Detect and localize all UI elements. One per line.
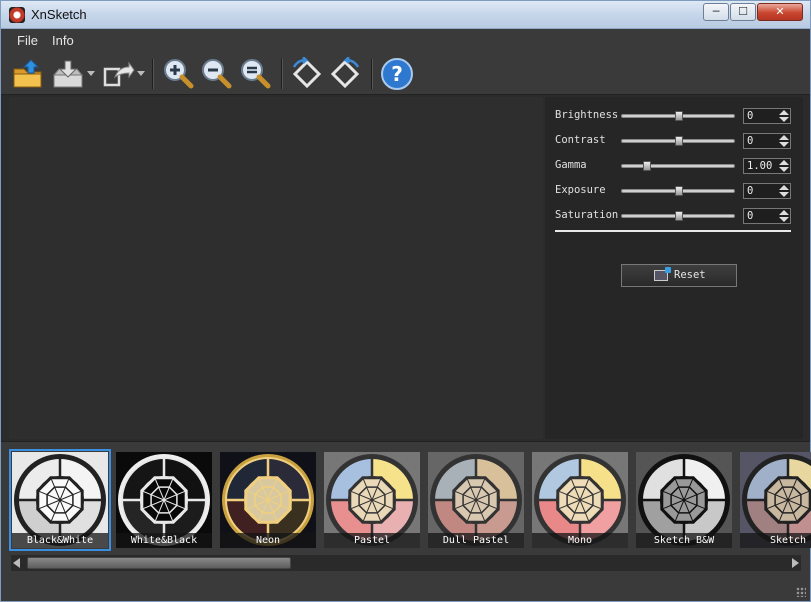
title-bar[interactable]: XnSketch ─ ☐ ✕ xyxy=(1,1,810,29)
contrast-spinbox[interactable]: 0 xyxy=(743,133,791,149)
reset-icon xyxy=(654,267,671,281)
preset-label: Black&White xyxy=(12,533,108,548)
gamma-slider[interactable] xyxy=(621,161,735,171)
brightness-slider-thumb[interactable] xyxy=(675,111,683,121)
zoom-fit-icon[interactable] xyxy=(238,57,272,91)
preset-thumbnail[interactable]: Mono xyxy=(532,452,628,548)
exposure-slider-thumb[interactable] xyxy=(675,186,683,196)
preset-thumbnail[interactable]: Sketch xyxy=(740,452,811,548)
saturation-value: 0 xyxy=(747,210,754,222)
toolbar-separator xyxy=(281,59,283,89)
menu-info[interactable]: Info xyxy=(52,33,74,48)
preset-label: Dull Pastel xyxy=(428,533,524,548)
spin-down-icon[interactable] xyxy=(779,192,789,197)
export-dropdown-icon[interactable] xyxy=(137,71,145,76)
spin-down-icon[interactable] xyxy=(779,217,789,222)
minimize-button[interactable]: ─ xyxy=(703,3,729,21)
saturation-slider-thumb[interactable] xyxy=(675,211,683,221)
gamma-spinbox[interactable]: 1.00 xyxy=(743,158,791,174)
saturation-spinbox[interactable]: 0 xyxy=(743,208,791,224)
spin-down-icon[interactable] xyxy=(779,117,789,122)
rotate-right-icon[interactable] xyxy=(328,56,362,91)
toolbar-separator xyxy=(152,59,154,89)
brightness-spinbox[interactable]: 0 xyxy=(743,108,791,124)
preset-label: Mono xyxy=(532,533,628,548)
toolbar-separator xyxy=(371,59,373,89)
window-title: XnSketch xyxy=(31,7,87,22)
preset-label: Pastel xyxy=(324,533,420,548)
exposure-slider[interactable] xyxy=(621,186,735,196)
preset-thumbnail[interactable]: Pastel xyxy=(324,452,420,548)
preset-label: White&Black xyxy=(116,533,212,548)
gamma-slider-thumb[interactable] xyxy=(643,161,651,171)
gamma-label: Gamma xyxy=(555,159,587,171)
filmstrip-scrollbar[interactable] xyxy=(11,555,801,571)
status-bar xyxy=(1,575,810,601)
resize-grip-icon[interactable] xyxy=(796,587,806,597)
preset-thumbnail[interactable]: Dull Pastel xyxy=(428,452,524,548)
brightness-value: 0 xyxy=(747,110,754,122)
contrast-value: 0 xyxy=(747,135,754,147)
preset-thumbnail[interactable]: Sketch B&W xyxy=(636,452,732,548)
preset-label: Neon xyxy=(220,533,316,548)
open-folder-icon[interactable] xyxy=(11,57,45,91)
preset-label: Sketch xyxy=(740,533,811,548)
spin-down-icon[interactable] xyxy=(779,167,789,172)
spin-up-icon[interactable] xyxy=(779,185,789,190)
zoom-in-icon[interactable] xyxy=(161,57,195,91)
save-icon[interactable] xyxy=(51,57,85,91)
contrast-label: Contrast xyxy=(555,134,606,146)
preset-thumbnail[interactable]: Neon xyxy=(220,452,316,548)
svg-text:?: ? xyxy=(391,62,403,86)
contrast-slider-thumb[interactable] xyxy=(675,136,683,146)
reset-button[interactable]: Reset xyxy=(621,264,737,287)
gamma-value: 1.00 xyxy=(747,160,773,172)
spin-down-icon[interactable] xyxy=(779,142,789,147)
preset-thumbnail[interactable]: Black&White xyxy=(9,449,111,551)
scroll-left-icon[interactable] xyxy=(13,558,20,568)
spin-up-icon[interactable] xyxy=(779,210,789,215)
adjustments-panel: Brightness 0 Contrast 0 Gamma 1.00 Exposure 0 Sa… xyxy=(545,97,803,439)
exposure-label: Exposure xyxy=(555,184,606,196)
brightness-slider[interactable] xyxy=(621,111,735,121)
close-button[interactable]: ✕ xyxy=(757,3,803,21)
saturation-slider[interactable] xyxy=(621,211,735,221)
app-logo-icon xyxy=(9,7,25,23)
help-icon[interactable]: ? xyxy=(380,57,414,91)
menu-file[interactable]: File xyxy=(17,33,38,48)
scroll-right-icon[interactable] xyxy=(792,558,799,568)
contrast-slider[interactable] xyxy=(621,136,735,146)
brightness-label: Brightness xyxy=(555,109,619,121)
image-canvas[interactable] xyxy=(9,97,543,439)
exposure-value: 0 xyxy=(747,185,754,197)
saturation-label: Saturation xyxy=(555,209,619,221)
app-window: XnSketch ─ ☐ ✕ File Info ? Brightness 0 … xyxy=(0,0,811,602)
preset-thumbnail[interactable]: White&Black xyxy=(116,452,212,548)
reset-label: Reset xyxy=(674,269,706,281)
panel-divider xyxy=(555,230,791,232)
preset-label: Sketch B&W xyxy=(636,533,732,548)
export-icon[interactable] xyxy=(101,57,135,91)
exposure-spinbox[interactable]: 0 xyxy=(743,183,791,199)
rotate-left-icon[interactable] xyxy=(290,56,324,91)
toolbar: ? xyxy=(1,51,810,95)
save-dropdown-icon[interactable] xyxy=(87,71,95,76)
menu-bar: File Info xyxy=(1,29,810,51)
spin-up-icon[interactable] xyxy=(779,160,789,165)
spin-up-icon[interactable] xyxy=(779,135,789,140)
spin-up-icon[interactable] xyxy=(779,110,789,115)
zoom-out-icon[interactable] xyxy=(199,57,233,91)
maximize-button[interactable]: ☐ xyxy=(730,3,756,21)
scroll-thumb[interactable] xyxy=(27,557,291,569)
